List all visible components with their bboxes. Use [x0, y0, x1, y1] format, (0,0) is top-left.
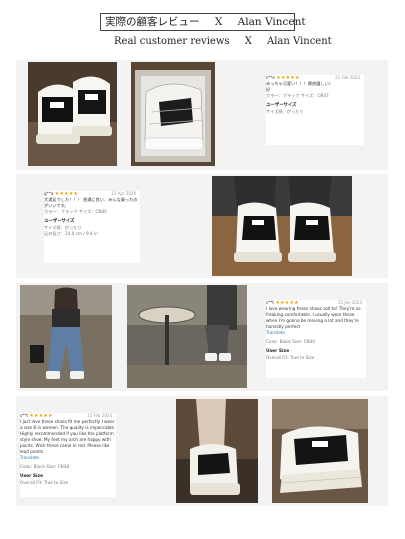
review-card-1: s**e ★★★★★ 21 Feb 2023 めっちゃ可愛い！！！厚底嬉しい！ …: [266, 75, 364, 145]
review-date: 15 Jan 2024: [338, 300, 362, 305]
foot-length: 足の長さ：24.0 cm / 9.4 in: [44, 231, 98, 236]
reviewer-name: g**a: [44, 191, 54, 196]
user-size-value: Overall Fit: True to Size: [266, 355, 315, 360]
rating-stars: ★★★★★: [276, 75, 300, 81]
review-photo-3b: [127, 285, 247, 388]
jp-separator: X: [214, 16, 223, 28]
jp-title: 実際の顧客レビュー: [105, 16, 200, 28]
review-photo-3a: [20, 285, 112, 388]
review-date: 12 Apr 2024: [111, 191, 136, 196]
jp-header-box: 実際の顧客レビュー X Alan Vincent: [100, 13, 306, 31]
rating-stars: ★★★★★: [29, 413, 53, 419]
review-variant: Color: Black Size: CN38: [20, 464, 69, 469]
review-variant: Color: Black Size: CN40: [266, 339, 315, 344]
review-photo-4b: [272, 399, 368, 503]
review-card-3: s**t ★★★★★ 15 Jan 2024 I love wearing th…: [266, 300, 366, 378]
rating-stars: ★★★★★: [54, 191, 79, 197]
review-variant: カラー：ブラック サイズ：CN37: [266, 93, 329, 98]
review-photo-2: [212, 176, 352, 276]
rating-stars: ★★★★★: [275, 300, 299, 306]
review-body: 大満足でした！！！ 普通に良い、みんな買ったのがいいです。: [44, 197, 138, 208]
review-card-2: g**a ★★★★★ 12 Apr 2024 大満足でした！！！ 普通に良い、み…: [44, 191, 140, 263]
review-variant: カラー：ブラック サイズ：CN40: [44, 209, 107, 214]
review-date: 21 Feb 2023: [335, 75, 360, 80]
review-card-4: s**t ★★★★★ 15 Feb 2024 I just love these…: [20, 413, 116, 497]
translate-link[interactable]: Translate: [266, 330, 366, 336]
en-separator: X: [244, 36, 252, 47]
review-date: 15 Feb 2024: [87, 413, 112, 418]
reviewer-name: s**t: [266, 300, 275, 305]
review-body: I love wearing these shoes soll to! They…: [266, 306, 361, 329]
user-size-value: Overall Fit: True to Size: [20, 480, 69, 485]
reviewer-name: s**t: [20, 413, 29, 418]
review-photo-1b: [131, 62, 215, 166]
jp-author: Alan Vincent: [237, 16, 306, 28]
review-photo-1a: [28, 62, 117, 166]
translate-link[interactable]: Translate: [20, 455, 116, 461]
review-photo-4a: [176, 399, 258, 503]
en-author: Alan Vincent: [267, 36, 332, 47]
en-title: Real customer reviews: [114, 36, 230, 47]
review-body: I just love these shoes fit me perfectly…: [20, 419, 116, 454]
en-header: Real customer reviews X Alan Vincent: [114, 36, 332, 47]
reviewer-name: s**e: [266, 75, 275, 80]
user-size-value: サイズ感：ぴったり: [266, 109, 304, 114]
